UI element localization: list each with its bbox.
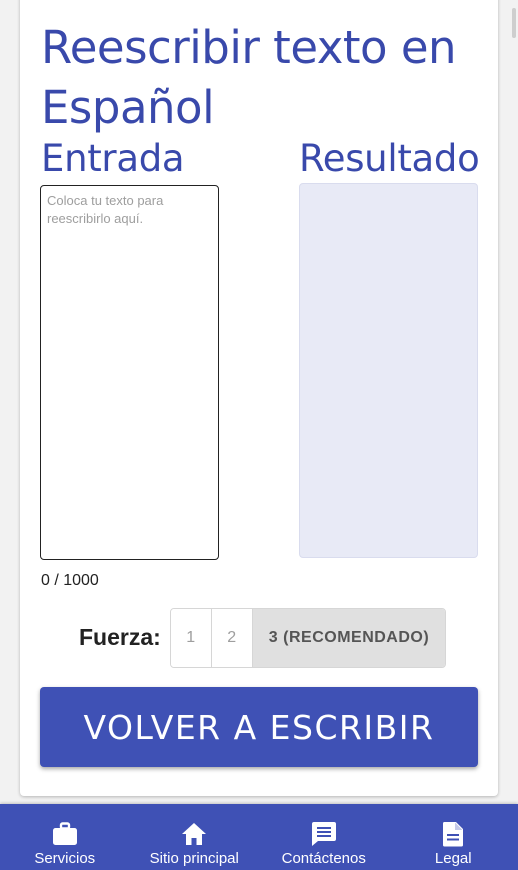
nav-item-sitio-principal[interactable]: Sitio principal xyxy=(130,804,260,870)
input-heading: Entrada xyxy=(41,137,185,180)
strength-option-2[interactable]: 2 xyxy=(212,609,253,667)
briefcase-icon xyxy=(52,821,78,847)
page: Reescribir texto en Español Entrada Resu… xyxy=(0,0,518,870)
nav-item-contactenos[interactable]: Contáctenos xyxy=(259,804,389,870)
rewrite-button[interactable]: VOLVER A ESCRIBIR xyxy=(40,687,478,767)
strength-option-1[interactable]: 1 xyxy=(171,609,212,667)
character-counter: 0 / 1000 xyxy=(41,572,99,589)
text-input[interactable] xyxy=(40,185,219,560)
strength-option-3-recommended[interactable]: 3 (RECOMENDADO) xyxy=(253,609,445,667)
scrollbar[interactable] xyxy=(512,8,516,38)
strength-toggle-group: 1 2 3 (RECOMENDADO) xyxy=(170,608,446,668)
strength-label: Fuerza: xyxy=(79,624,161,650)
nav-label: Legal xyxy=(434,850,472,867)
nav-label: Servicios xyxy=(34,850,96,867)
nav-item-legal[interactable]: Legal xyxy=(389,804,518,870)
document-icon xyxy=(440,821,466,847)
home-icon xyxy=(181,821,207,847)
page-title: Reescribir texto en Español xyxy=(41,21,457,134)
message-icon xyxy=(311,821,337,847)
bottom-navigation: Servicios Sitio principal Contáctenos Le… xyxy=(0,804,518,870)
nav-label: Sitio principal xyxy=(149,850,239,867)
nav-item-servicios[interactable]: Servicios xyxy=(0,804,130,870)
result-heading: Resultado xyxy=(299,137,480,180)
nav-label: Contáctenos xyxy=(281,850,366,867)
result-output xyxy=(299,183,478,558)
